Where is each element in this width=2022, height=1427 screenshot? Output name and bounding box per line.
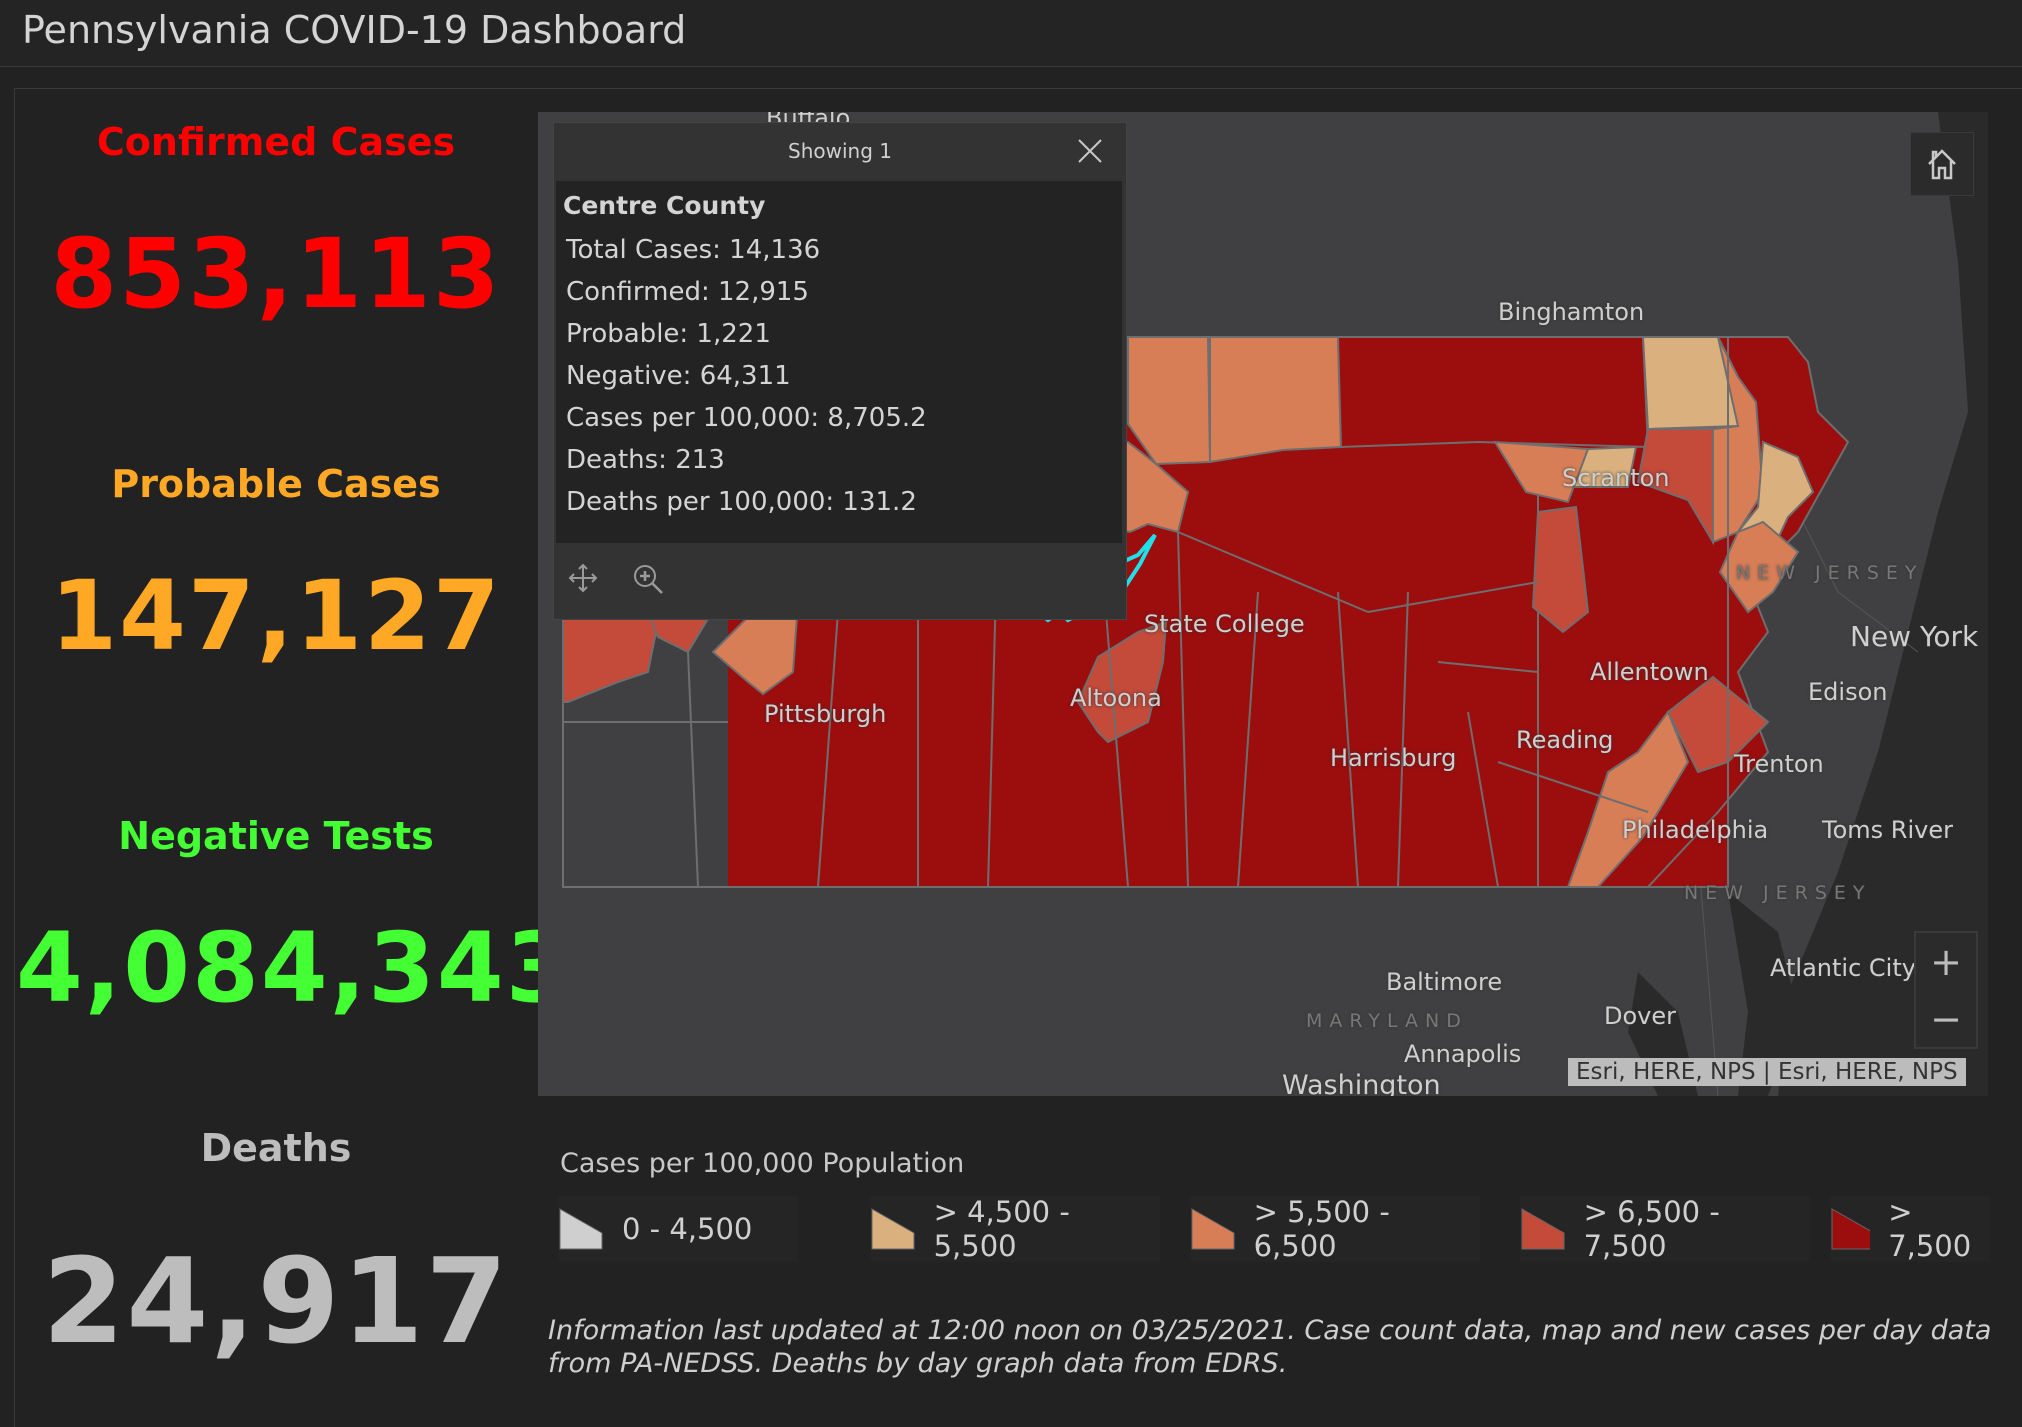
stat-value-probable: 147,127 — [50, 560, 502, 672]
map-label-allentown: Allentown — [1590, 658, 1709, 686]
close-icon — [1078, 139, 1102, 163]
map-label-reading: Reading — [1516, 726, 1614, 754]
map-label-binghamton: Binghamton — [1498, 298, 1645, 326]
popup-content: Centre County Total Cases: 14,136 Confir… — [556, 181, 1122, 543]
legend-item: > 4,500 - 5,500 — [870, 1195, 1160, 1263]
popup-row-probable: Probable: 1,221 — [566, 319, 771, 349]
popup-county-name: Centre County — [563, 191, 766, 220]
map-label-harrisburg: Harrisburg — [1330, 744, 1457, 772]
legend-item: > 5,500 - 6,500 — [1190, 1195, 1480, 1263]
map-label-scranton: Scranton — [1562, 464, 1670, 492]
legend-swatch — [1521, 1208, 1565, 1250]
map-label-dover: Dover — [1604, 1002, 1676, 1030]
page-title: Pennsylvania COVID-19 Dashboard — [22, 8, 687, 52]
feature-popup: Showing 1 Centre County Total Cases: 14,… — [553, 122, 1127, 620]
stat-probable: Probable Cases 147,127 — [16, 462, 536, 672]
map-label-annapolis: Annapolis — [1404, 1040, 1522, 1068]
map-label-toms-river: Toms River — [1822, 816, 1953, 844]
move-icon — [568, 563, 598, 593]
popup-row-cases-per-100k: Cases per 100,000: 8,705.2 — [566, 403, 927, 433]
map-label-philadelphia: Philadelphia — [1622, 816, 1769, 844]
map-label-altoona: Altoona — [1070, 684, 1162, 712]
legend-label: > 4,500 - 5,500 — [933, 1195, 1070, 1263]
legend-label: > 6,500 - 7,500 — [1583, 1195, 1720, 1263]
map-label-baltimore: Baltimore — [1386, 968, 1503, 996]
legend-swatch — [1191, 1208, 1235, 1250]
legend-label: 0 - 4,500 — [622, 1212, 753, 1246]
legend-swatch — [1831, 1208, 1871, 1250]
popup-header: Showing 1 — [554, 123, 1126, 181]
zoom-controls: + − — [1914, 931, 1978, 1049]
home-icon — [1928, 149, 1956, 180]
stat-value-deaths: 24,917 — [42, 1232, 510, 1370]
home-button[interactable] — [1910, 132, 1974, 196]
popup-row-deaths: Deaths: 213 — [566, 445, 725, 475]
map-attribution: Esri, HERE, NPS | Esri, HERE, NPS — [1568, 1058, 1966, 1086]
legend-swatch — [559, 1208, 603, 1250]
map-label-maryland: MARYLAND — [1306, 1010, 1468, 1032]
legend-swatch — [871, 1208, 915, 1250]
stat-label-confirmed: Confirmed Cases — [96, 120, 456, 164]
legend-label: > 5,500 - 6,500 — [1253, 1195, 1390, 1263]
stat-value-negative: 4,084,343 — [16, 912, 575, 1024]
legend-item: > 7,500 — [1830, 1195, 1990, 1263]
popup-row-confirmed: Confirmed: 12,915 — [566, 277, 809, 307]
stat-negative: Negative Tests 4,084,343 — [16, 814, 575, 1024]
legend-item: > 6,500 - 7,500 — [1520, 1195, 1810, 1263]
stat-deaths: Deaths 24,917 — [16, 1126, 536, 1370]
zoom-to-icon — [634, 565, 663, 594]
map-label-state-college: State College — [1144, 610, 1305, 638]
stat-label-probable: Probable Cases — [111, 462, 441, 506]
map-label-edison: Edison — [1808, 678, 1888, 706]
popup-row-total-cases: Total Cases: 14,136 — [566, 235, 821, 265]
stat-value-confirmed: 853,113 — [50, 218, 502, 330]
map-label-pittsburgh: Pittsburgh — [764, 700, 887, 728]
legend-item: 0 - 4,500 — [558, 1196, 798, 1262]
popup-title: Showing 1 — [788, 139, 892, 163]
stat-label-deaths: Deaths — [200, 1126, 352, 1170]
move-button[interactable] — [568, 563, 608, 603]
stat-confirmed: Confirmed Cases 853,113 — [16, 120, 536, 330]
header-bar: Pennsylvania COVID-19 Dashboard — [0, 0, 2022, 67]
zoom-to-button[interactable] — [632, 563, 672, 603]
legend-title: Cases per 100,000 Population — [560, 1148, 965, 1179]
legend-label: > 7,500 — [1888, 1195, 1972, 1263]
popup-row-negative: Negative: 64,311 — [566, 361, 791, 391]
map-label-washington: Washington — [1282, 1070, 1441, 1096]
map-label-atlantic-city: Atlantic City — [1770, 954, 1916, 982]
map-label-new-jersey: NEW JERSEY — [1736, 562, 1924, 584]
popup-row-deaths-per-100k: Deaths per 100,000: 131.2 — [566, 487, 917, 517]
map-label-new-york: New York — [1850, 620, 1979, 653]
stat-label-negative: Negative Tests — [118, 814, 434, 858]
close-button[interactable] — [1076, 137, 1104, 165]
map-label-new-jersey-south: NEW JERSEY — [1684, 882, 1872, 904]
zoom-in-button[interactable]: + — [1916, 933, 1976, 990]
stats-panel: Confirmed Cases 853,113 Probable Cases 1… — [16, 90, 575, 1426]
map-label-trenton: Trenton — [1734, 750, 1824, 778]
popup-actions — [554, 543, 1126, 619]
update-footnote: Information last updated at 12:00 noon o… — [548, 1315, 1992, 1379]
map-legend: Cases per 100,000 Population 0 - 4,500 > … — [540, 1130, 2000, 1270]
zoom-out-button[interactable]: − — [1916, 990, 1976, 1047]
